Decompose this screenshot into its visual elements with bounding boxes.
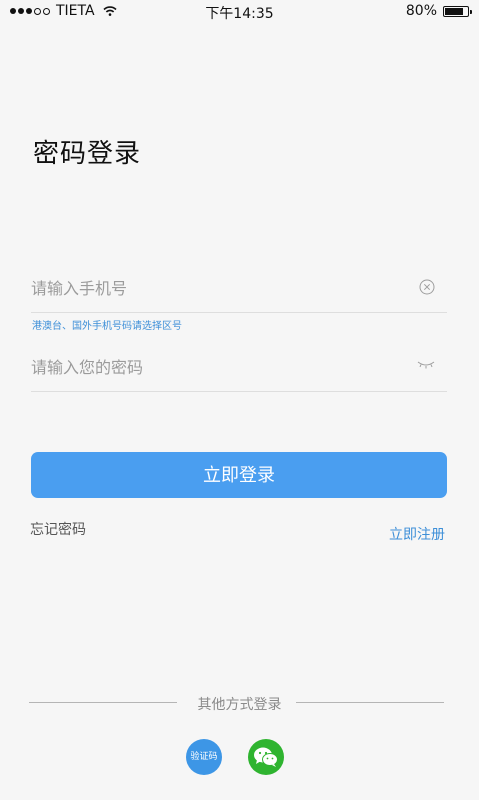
- phone-field: [31, 266, 447, 313]
- eye-closed-icon[interactable]: [417, 357, 435, 371]
- divider-right: [296, 702, 444, 703]
- other-login-label: 其他方式登录: [197, 697, 282, 713]
- clear-icon[interactable]: [419, 279, 435, 295]
- password-field: [31, 345, 447, 392]
- page-title: 密码登录: [33, 139, 142, 169]
- register-link[interactable]: 立即注册: [389, 524, 445, 544]
- phone-input[interactable]: [31, 268, 391, 308]
- forgot-password-link[interactable]: 忘记密码: [30, 519, 86, 539]
- wechat-login-button[interactable]: [248, 739, 284, 775]
- sms-code-login-button[interactable]: 验证码: [186, 739, 222, 775]
- battery-percent: 80%: [405, 3, 437, 19]
- status-right: 80%: [405, 3, 472, 19]
- battery-fill: [445, 7, 463, 15]
- login-button[interactable]: 立即登录: [31, 452, 447, 498]
- password-input[interactable]: [31, 347, 391, 387]
- region-hint-link[interactable]: 港澳台、国外手机号码请选择区号: [32, 317, 182, 332]
- status-bar: TIETA 下午14:35 80%: [0, 0, 479, 26]
- battery-icon: [443, 5, 472, 17]
- wechat-icon: [254, 747, 278, 767]
